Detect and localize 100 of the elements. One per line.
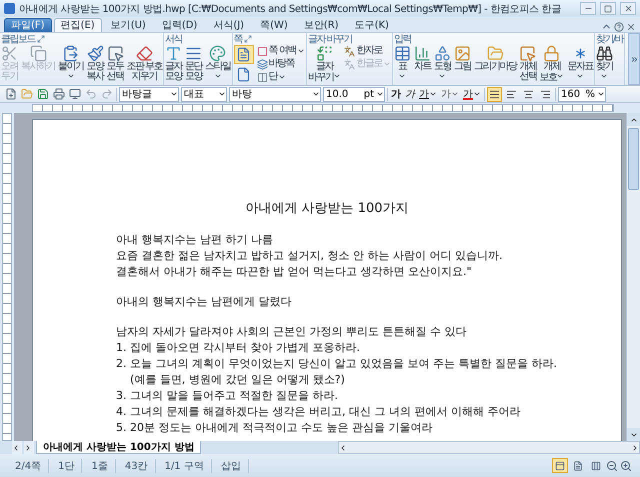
align-icon [506, 88, 517, 100]
print-button[interactable] [52, 86, 66, 102]
document-tab[interactable]: 아내에게 사랑받는 100가지 방법 [36, 441, 202, 454]
format-button[interactable]: 가 [404, 86, 416, 102]
redo-icon [101, 88, 113, 100]
menu-tab[interactable]: 쪽(W) [253, 18, 295, 32]
ribbon-button[interactable]: 그리기마당 [474, 45, 516, 72]
replace-icon [316, 45, 334, 62]
preview-button[interactable] [68, 86, 82, 102]
file-menu-button[interactable]: 파일(F) [4, 18, 52, 32]
ribbon-button[interactable]: 차트 [414, 45, 431, 72]
image-icon [454, 45, 471, 62]
language-dropdown[interactable]: 대표 [181, 86, 227, 102]
monitor-icon [69, 88, 81, 100]
ribbon-button[interactable]: 찾기 [596, 45, 613, 80]
close-icon [624, 4, 632, 13]
paragraph-icon [185, 45, 202, 62]
layers-icon [256, 58, 268, 70]
status-item: 1줄 [84, 458, 116, 472]
maximize-icon [604, 4, 612, 12]
text-line: (예를 들면, 병원에 갔던 일은 어떻게 됐소?) [129, 372, 346, 388]
text-line: 요즘 결혼한 젊은 남자치고 밥하고 설거지, 청소 안 하는 사람이 어디 있습니까. [116, 248, 504, 264]
ribbon-button[interactable]: 글자 모양 [165, 45, 182, 82]
close-icon[interactable] [626, 22, 636, 32]
ribbon-button[interactable]: 개체 보호 [539, 45, 564, 83]
languages-icon [344, 46, 356, 56]
copy-icon [30, 45, 46, 62]
text-line: 결혼해서 아내가 해주는 따끈한 밥 얻어 먹는다고 생각하면 오산이지요." [116, 264, 473, 280]
ribbon-button[interactable]: 문단 모양 [185, 45, 202, 82]
dialog-launcher-icon[interactable] [37, 35, 45, 43]
text-line: 남자의 자세가 달라져야 사회의 근본인 가정의 뿌리도 튼튼해질 수 있다 [116, 324, 468, 340]
status-item: 삽입 [214, 458, 249, 472]
double-chevron-icon [630, 54, 638, 64]
menu-tab[interactable]: 도구(K) [348, 18, 396, 32]
chart-icon [414, 45, 431, 62]
style-dropdown[interactable]: 바탕글 [119, 86, 179, 102]
maximize-button[interactable] [600, 2, 616, 15]
ribbon-button[interactable]: 문자표 [567, 45, 593, 80]
format-button[interactable]: 가 [462, 86, 482, 102]
binoculars-icon [596, 45, 613, 62]
palette-icon [209, 45, 226, 62]
scrollbar-thumb[interactable] [628, 128, 639, 190]
page-button[interactable] [234, 45, 254, 64]
format-button[interactable]: 가 [440, 86, 460, 102]
align-icon [489, 88, 500, 100]
ribbon-button[interactable]: 붙이기 [58, 45, 84, 80]
group-title: 찾기/바 [596, 33, 624, 46]
format-button[interactable]: 가 [390, 86, 402, 102]
menu-tab[interactable]: 입력(D) [154, 18, 204, 32]
menu-tab[interactable]: 보기(U) [104, 18, 153, 32]
text-line: 2. 오늘 그녀의 계획이 무엇이었는지 당신이 알고 있었음을 보여 주는 특별한 질문을 하라. [116, 356, 558, 372]
view-icon [573, 460, 583, 470]
ribbon-button[interactable]: 스타일 [205, 45, 231, 80]
ribbon-button[interactable]: 개체 선택 [519, 45, 536, 82]
menu-tab[interactable]: 편집(E) [54, 18, 102, 32]
ribbon-button[interactable]: 단 [256, 71, 305, 83]
menu-tab[interactable]: 보안(R) [296, 18, 346, 32]
undo-icon [85, 88, 97, 100]
status-item: 1/1 구역 [158, 458, 212, 472]
ribbon-button[interactable]: 도형 [434, 45, 451, 80]
font-size-field[interactable]: 10.0 pt [323, 86, 385, 102]
ribbon-button[interactable]: 모양 복사 [86, 45, 104, 82]
group-title: 클립보드 [1, 33, 35, 46]
folder-icon [21, 88, 33, 100]
zoom-out-icon[interactable] [606, 460, 618, 472]
ribbon-button[interactable]: 조판 부호 지우기 [126, 45, 162, 82]
ribbon-button[interactable]: 표 [394, 45, 411, 80]
ribbon-button[interactable]: 바탕쪽 [256, 58, 305, 70]
ribbon-button[interactable]: 쪽 여백 [256, 45, 305, 57]
page-icon [236, 67, 252, 82]
view-button[interactable] [552, 458, 568, 473]
ribbon-button[interactable]: 그림 [454, 45, 471, 72]
dialog-launcher-icon[interactable] [244, 35, 252, 43]
save-button[interactable] [36, 86, 50, 102]
new-document-button[interactable] [4, 86, 18, 102]
ribbon-button[interactable]: 한자로 [344, 45, 391, 57]
scroll-right-icon[interactable] [631, 444, 639, 452]
align-button[interactable] [487, 86, 502, 102]
window-title: 아내에게 사랑받는 100가지 방법.hwp [C:₩Documents and Settings₩com₩Local Settings₩Temp₩] - 한컴오피스 한글 [19, 2, 562, 16]
scroll-left-icon[interactable] [339, 444, 347, 452]
horizontal-scrollbar[interactable] [338, 441, 640, 454]
margin-icon [256, 46, 268, 56]
group-title: 입력 [394, 33, 411, 46]
zoom-field[interactable]: 160 % [558, 86, 606, 102]
close-button[interactable] [620, 2, 636, 15]
help-icon[interactable] [614, 22, 624, 32]
new-file-icon [5, 88, 17, 100]
minimize-button[interactable] [580, 2, 596, 15]
page-icon [236, 47, 252, 62]
ribbon-button[interactable]: 글자 바꾸기 [308, 45, 342, 83]
font-dropdown[interactable]: 바탕 [229, 86, 321, 102]
cursor-icon [106, 45, 124, 62]
menu-tab[interactable]: 서식(J) [206, 18, 252, 32]
previous-tab-button[interactable] [12, 441, 22, 454]
save-icon [37, 88, 49, 100]
next-tab-button[interactable] [24, 441, 34, 454]
format-button[interactable]: 가 [418, 86, 438, 102]
scrollbar[interactable] [626, 113, 640, 441]
ribbon-button[interactable]: 모두 선택 [106, 45, 124, 82]
zoom-in-icon[interactable] [620, 460, 632, 472]
